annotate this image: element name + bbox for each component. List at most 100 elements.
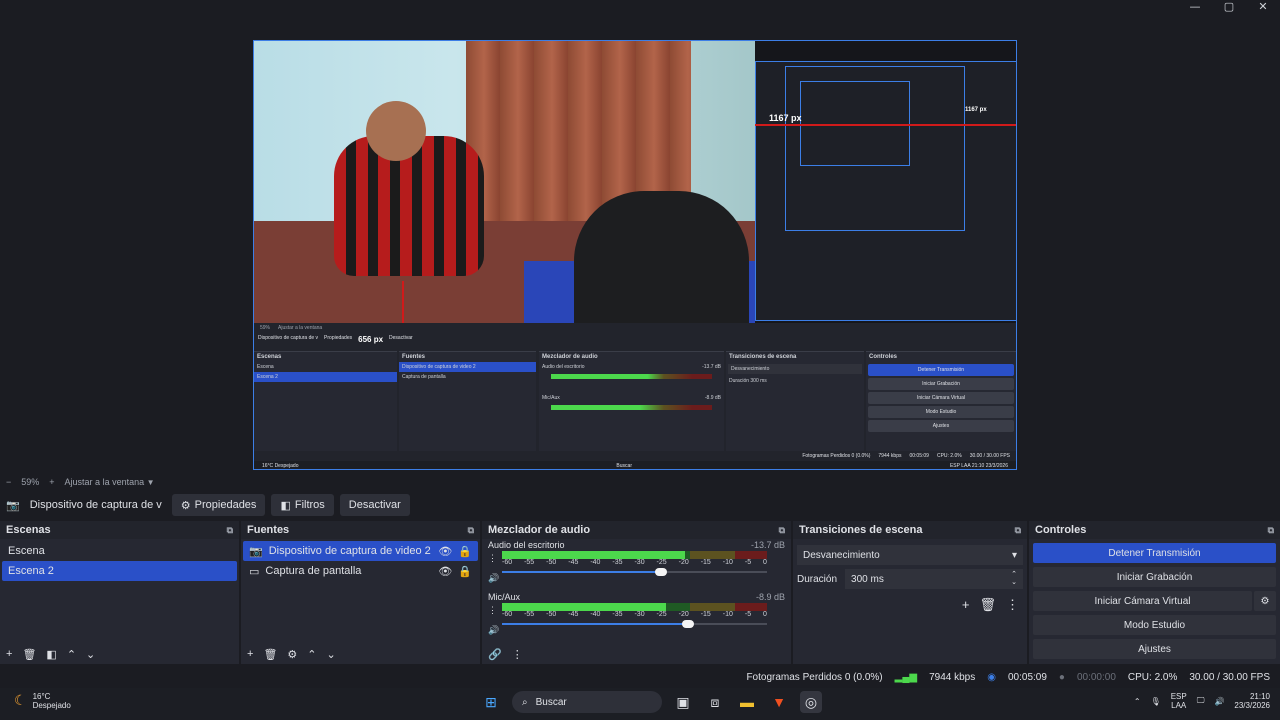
nested-temp: 16°C	[262, 463, 274, 469]
more-icon[interactable]: ⋮	[1006, 597, 1019, 613]
layout-code: LAA	[1171, 701, 1187, 710]
stop-stream-button[interactable]: Detener Transmisión	[1033, 543, 1276, 563]
controls-title: Controles	[1035, 524, 1087, 536]
gear-icon[interactable]: ⚙	[1254, 591, 1276, 611]
move-up-icon[interactable]: ⌃	[307, 648, 316, 661]
undock-icon[interactable]: ⧉	[1015, 525, 1021, 536]
slider-knob[interactable]	[655, 568, 667, 576]
sources-toolbar: + 🗑 ⚙ ⌃ ⌄	[241, 644, 480, 664]
nested-fade: Desvanecimiento	[728, 364, 862, 374]
controls-header: Controles ⧉	[1029, 521, 1280, 539]
virtual-camera-button[interactable]: Iniciar Cámara Virtual	[1033, 591, 1252, 611]
add-icon[interactable]: +	[962, 597, 970, 613]
channel-name: Audio del escritorio	[488, 540, 565, 550]
channel-label-row: Audio del escritorio -13.7 dB	[482, 539, 791, 551]
obs-icon[interactable]: ◎	[800, 691, 822, 713]
slider-fill	[502, 571, 661, 573]
duration-spinbox[interactable]: 300 ms ⌃ ⌄	[845, 569, 1023, 589]
studio-mode-button[interactable]: Modo Estudio	[1033, 615, 1276, 635]
folder-icon[interactable]: ▬	[736, 691, 758, 713]
channel-menu-icon[interactable]: ⋮	[488, 605, 497, 616]
volume-slider[interactable]	[502, 619, 767, 629]
meter-tick: -20	[678, 559, 689, 566]
filters-button[interactable]: ◧ Filtros	[271, 494, 334, 516]
source-item[interactable]: ▭ Captura de pantalla 👁 🔒	[243, 561, 478, 581]
mixer-channel: Audio del escritorio -13.7 dB ⋮ -60 -55 -5…	[482, 539, 791, 591]
webcam-video	[254, 41, 755, 323]
source-item-selected[interactable]: 📷 Dispositivo de captura de video 2 👁 🔒	[243, 541, 478, 561]
close-button[interactable]: ✕	[1246, 0, 1280, 14]
channel-menu-icon[interactable]: ⋮	[488, 553, 497, 564]
source-name: Captura de pantalla	[265, 565, 362, 577]
volume-slider[interactable]	[502, 567, 767, 577]
transition-value: Desvanecimiento	[803, 549, 880, 561]
deactivate-button[interactable]: Desactivar	[339, 494, 410, 516]
filter-icon[interactable]: ◧	[46, 648, 56, 661]
volume-icon[interactable]: 🔊	[1214, 697, 1224, 706]
nested-weather-text: Despejado	[274, 463, 299, 469]
trash-icon[interactable]: 🗑	[22, 648, 36, 661]
trash-icon[interactable]: 🗑	[979, 597, 996, 613]
mixer-toolbar: 🔗 ⋮	[482, 644, 791, 664]
speaker-icon[interactable]: 🔊	[488, 625, 499, 636]
start-recording-button[interactable]: Iniciar Grabación	[1033, 567, 1276, 587]
network-icon[interactable]: 🖵	[1197, 696, 1205, 706]
meter-tick: -35	[612, 611, 623, 618]
fit-window-dropdown[interactable]: Ajustar a la ventana ▼	[65, 477, 155, 487]
clock[interactable]: 21:10 23/3/2026	[1234, 692, 1270, 710]
language-indicator[interactable]: ESP LAA	[1171, 692, 1187, 710]
eye-icon[interactable]: 👁	[438, 565, 452, 578]
nested-lang2: LAA	[961, 463, 971, 469]
eye-icon[interactable]: 👁	[438, 545, 452, 558]
taskbar-apps: ⊞ ⌕ Buscar ▣ ⧈ ▬ ▼ ◎	[480, 691, 822, 713]
task-view-icon[interactable]: ▣	[672, 691, 694, 713]
nested-taskbar: 16°C Despejado Buscar ESP LAA 21:10 23/3…	[254, 461, 1016, 469]
brave-browser-icon[interactable]: ▼	[768, 691, 790, 713]
mixer-header: Mezclador de audio ⧉	[482, 521, 791, 539]
add-icon[interactable]: +	[6, 648, 12, 660]
spin-arrows-icon[interactable]: ⌃ ⌄	[1011, 571, 1017, 587]
preview-area[interactable]: — ▢ ✕ 1167 px 1167 px 59% Ajustar a la v…	[0, 0, 1280, 474]
nested-dropped: Fotogramas Perdidos 0 (0.0%)	[802, 453, 871, 459]
program-canvas[interactable]: 1167 px 1167 px 59% Ajustar a la ventana…	[253, 40, 1017, 470]
lock-icon[interactable]: 🔒	[458, 545, 472, 558]
zoom-out-button[interactable]: −	[6, 477, 11, 487]
zoom-in-button[interactable]: +	[49, 477, 54, 487]
undock-icon[interactable]: ⧉	[468, 525, 474, 536]
speaker-icon[interactable]: 🔊	[488, 573, 499, 584]
taskbar-search[interactable]: ⌕ Buscar	[512, 691, 662, 713]
system-tray: ⌃ 🎙 ESP LAA 🖵 🔊 21:10 23/3/2026	[1134, 692, 1270, 710]
transition-select[interactable]: Desvanecimiento ▾	[797, 545, 1023, 565]
add-icon[interactable]: +	[247, 648, 253, 660]
microphone-icon[interactable]: 🎙	[1151, 697, 1161, 706]
weather-widget[interactable]: ☾ 16°C Despejado	[14, 692, 71, 710]
properties-button[interactable]: ⚙ Propiedades	[171, 494, 266, 516]
chevron-up-icon[interactable]: ⌃	[1134, 697, 1141, 706]
undock-icon[interactable]: ⧉	[779, 525, 785, 536]
nested-zoombar: 59% Ajustar a la ventana	[260, 325, 322, 331]
trash-icon[interactable]: 🗑	[263, 648, 277, 661]
move-down-icon[interactable]: ⌄	[86, 648, 95, 661]
lock-icon[interactable]: 🔒	[458, 565, 472, 578]
meter-ticks: -60 -55 -50 -45 -40 -35 -30 -25 -20 -15 -10 -5 0	[502, 559, 767, 567]
source-name: Dispositivo de captura de video 2	[268, 545, 431, 557]
scene-item-selected[interactable]: Escena 2	[2, 561, 237, 581]
more-icon[interactable]: ⋮	[512, 648, 523, 661]
settings-button[interactable]: Ajustes	[1033, 639, 1276, 659]
scene-item[interactable]: Escena	[2, 541, 237, 561]
slider-knob[interactable]	[681, 620, 694, 628]
minimize-button[interactable]: —	[1178, 0, 1212, 14]
move-down-icon[interactable]: ⌄	[327, 648, 336, 661]
maximize-button[interactable]: ▢	[1212, 0, 1246, 14]
link-icon[interactable]: 🔗	[488, 648, 502, 661]
sources-list: 📷 Dispositivo de captura de video 2 👁 🔒 …	[241, 539, 480, 583]
mixer-dock: Mezclador de audio ⧉ Audio del escritorio…	[482, 521, 791, 664]
nested-controls-dock: Controles Detener Transmisión Iniciar Gr…	[866, 351, 1016, 451]
move-up-icon[interactable]: ⌃	[67, 648, 76, 661]
gear-icon[interactable]: ⚙	[287, 648, 297, 661]
undock-icon[interactable]: ⧉	[1268, 525, 1274, 536]
gear-icon: ⚙	[180, 499, 191, 512]
undock-icon[interactable]: ⧉	[227, 525, 233, 536]
windows-start-icon[interactable]: ⊞	[480, 691, 502, 713]
app-icon[interactable]: ⧈	[704, 691, 726, 713]
